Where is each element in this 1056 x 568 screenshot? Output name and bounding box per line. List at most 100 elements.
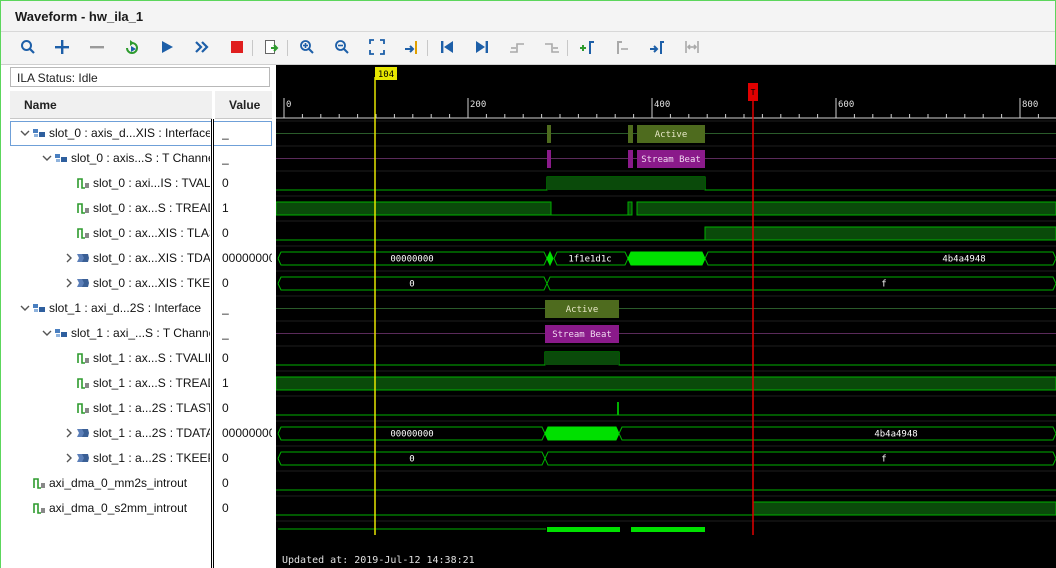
signal-name: slot_0 : axis_d...XIS : Interface bbox=[49, 126, 210, 140]
signal-value: 0 bbox=[222, 476, 229, 490]
add-marker-icon[interactable] bbox=[576, 36, 598, 58]
chevron-down-icon[interactable] bbox=[42, 152, 52, 162]
chevron-right-icon[interactable] bbox=[64, 277, 74, 288]
bus-segment bbox=[544, 451, 1056, 466]
stop-icon[interactable] bbox=[226, 36, 248, 58]
bus-segment bbox=[704, 251, 1056, 266]
value-column-label: Value bbox=[229, 98, 261, 112]
signal-name: slot_0 : ax...XIS : TDATA bbox=[93, 251, 210, 265]
signal-name: slot_0 : axi...IS : TVALID bbox=[93, 176, 210, 190]
toolbar-separator bbox=[287, 40, 288, 56]
signal-row[interactable]: slot_1 : a...2S : TKEEP 0 bbox=[10, 446, 272, 471]
signal-value: _ bbox=[222, 126, 229, 140]
active-state-label: Active bbox=[566, 305, 599, 315]
beat-marker bbox=[547, 150, 551, 168]
signal-row[interactable]: slot_1 : axi_...S : T Channel _ bbox=[10, 321, 272, 346]
signal-bit-icon bbox=[76, 201, 90, 215]
interface-icon bbox=[32, 301, 46, 315]
tready-high bbox=[276, 201, 552, 216]
signal-row[interactable]: slot_1 : a...2S : TLAST 0 bbox=[10, 396, 272, 421]
previous-marker-icon[interactable] bbox=[611, 36, 633, 58]
chevron-down-icon[interactable] bbox=[20, 302, 30, 312]
waveform-canvas[interactable]: 0 200 400 600 800 Active Stream Beat 00000000 1f… bbox=[276, 65, 1056, 568]
chevron-right-icon[interactable] bbox=[64, 452, 74, 463]
go-to-cursor-icon[interactable] bbox=[401, 36, 423, 58]
zoom-out-icon[interactable] bbox=[331, 36, 353, 58]
signal-name: axi_dma_0_s2mm_introut bbox=[49, 501, 188, 515]
bus-value-label: 00000000 bbox=[390, 255, 433, 265]
chevron-down-icon[interactable] bbox=[42, 327, 52, 337]
state-marker bbox=[547, 125, 551, 143]
signal-name: slot_0 : ax...XIS : TKEEP bbox=[93, 276, 210, 290]
swap-cursors-icon[interactable] bbox=[681, 36, 703, 58]
trigger-label: T bbox=[751, 88, 756, 97]
zoom-in-icon[interactable] bbox=[296, 36, 318, 58]
signal-row[interactable]: axi_dma_0_s2mm_introut 0 bbox=[10, 496, 272, 521]
signal-value: _ bbox=[222, 301, 229, 315]
signal-name: slot_1 : a...2S : TDATA bbox=[93, 426, 210, 440]
remove-icon[interactable] bbox=[86, 36, 108, 58]
signal-value: 0 bbox=[222, 451, 229, 465]
signal-bit-icon bbox=[32, 501, 46, 515]
chevron-down-icon[interactable] bbox=[20, 127, 30, 137]
bus-segment bbox=[618, 426, 1056, 441]
tvalid-high bbox=[545, 352, 619, 365]
signal-row[interactable]: slot_0 : axis...S : T Channel _ bbox=[10, 146, 272, 171]
signal-bit-icon bbox=[76, 376, 90, 390]
bus-icon bbox=[76, 276, 90, 290]
signal-row[interactable]: slot_0 : ax...XIS : TKEEP 0 bbox=[10, 271, 272, 296]
go-to-end-icon[interactable] bbox=[471, 36, 493, 58]
signal-row[interactable]: slot_0 : axis_d...XIS : Interface _ bbox=[10, 121, 272, 146]
tvalid-high bbox=[547, 177, 705, 190]
signal-row[interactable]: slot_0 : axi...IS : TVALID 0 bbox=[10, 171, 272, 196]
search-icon[interactable] bbox=[17, 36, 39, 58]
signal-row[interactable]: slot_1 : a...2S : TDATA 00000000 bbox=[10, 421, 272, 446]
signal-name: slot_1 : axi_d...2S : Interface bbox=[49, 301, 202, 315]
signal-row[interactable]: axi_dma_0_mm2s_introut 0 bbox=[10, 471, 272, 496]
bus-segment-active bbox=[627, 251, 706, 266]
tready-high bbox=[627, 201, 633, 216]
signal-row[interactable]: slot_0 : ax...XIS : TLAST 0 bbox=[10, 221, 272, 246]
waveform-panel[interactable]: 0 200 400 600 800 Active Stream Beat 00000000 1f… bbox=[276, 65, 1056, 568]
run-trigger-icon[interactable] bbox=[121, 36, 143, 58]
zoom-fit-icon[interactable] bbox=[366, 36, 388, 58]
signal-row[interactable]: slot_1 : axi_d...2S : Interface _ bbox=[10, 296, 272, 321]
add-icon[interactable] bbox=[51, 36, 73, 58]
chevron-right-icon[interactable] bbox=[64, 427, 74, 438]
signal-value: _ bbox=[222, 151, 229, 165]
name-column-header[interactable]: Name bbox=[10, 91, 212, 119]
signal-value: 0 bbox=[222, 401, 229, 415]
toolbar-separator bbox=[567, 40, 568, 56]
cursor-label: 104 bbox=[378, 70, 394, 80]
value-column-header[interactable]: Value bbox=[215, 91, 272, 119]
toolbar-separator bbox=[252, 40, 253, 56]
run-icon[interactable] bbox=[156, 36, 178, 58]
run-immediate-icon[interactable] bbox=[191, 36, 213, 58]
signal-row[interactable]: slot_1 : ax...S : TREADY 1 bbox=[10, 371, 272, 396]
go-to-start-icon[interactable] bbox=[436, 36, 458, 58]
bus-value-label: 4b4a4948 bbox=[874, 430, 917, 440]
signal-row[interactable]: slot_1 : ax...S : TVALID 0 bbox=[10, 346, 272, 371]
signal-bit-icon bbox=[76, 351, 90, 365]
previous-transition-icon[interactable] bbox=[506, 36, 528, 58]
interface-icon bbox=[32, 126, 46, 140]
chevron-right-icon[interactable] bbox=[64, 252, 74, 263]
ruler-tick-label: 0 bbox=[286, 100, 291, 110]
signal-name: slot_0 : ax...XIS : TLAST bbox=[93, 226, 210, 240]
bus-value-label: 0 bbox=[409, 455, 414, 465]
next-transition-icon[interactable] bbox=[541, 36, 563, 58]
signal-row[interactable]: slot_0 : ax...XIS : TDATA 00000000 bbox=[10, 246, 272, 271]
signal-row[interactable]: slot_0 : ax...S : TREADY 1 bbox=[10, 196, 272, 221]
signal-name: slot_1 : ax...S : TREADY bbox=[93, 376, 210, 390]
signal-value: 00000000 bbox=[222, 251, 272, 265]
bus-value-label: f bbox=[881, 280, 886, 290]
signal-name: slot_1 : ax...S : TVALID bbox=[93, 351, 210, 365]
signal-value: 0 bbox=[222, 226, 229, 240]
title-bar: Waveform - hw_ila_1 bbox=[1, 1, 1055, 32]
tready-high bbox=[276, 376, 1056, 391]
bus-value-label: 1f1e1d1c bbox=[568, 255, 611, 265]
signal-value: 0 bbox=[222, 176, 229, 190]
export-icon[interactable] bbox=[260, 36, 282, 58]
ila-status: ILA Status: Idle bbox=[10, 67, 270, 87]
next-marker-icon[interactable] bbox=[646, 36, 668, 58]
